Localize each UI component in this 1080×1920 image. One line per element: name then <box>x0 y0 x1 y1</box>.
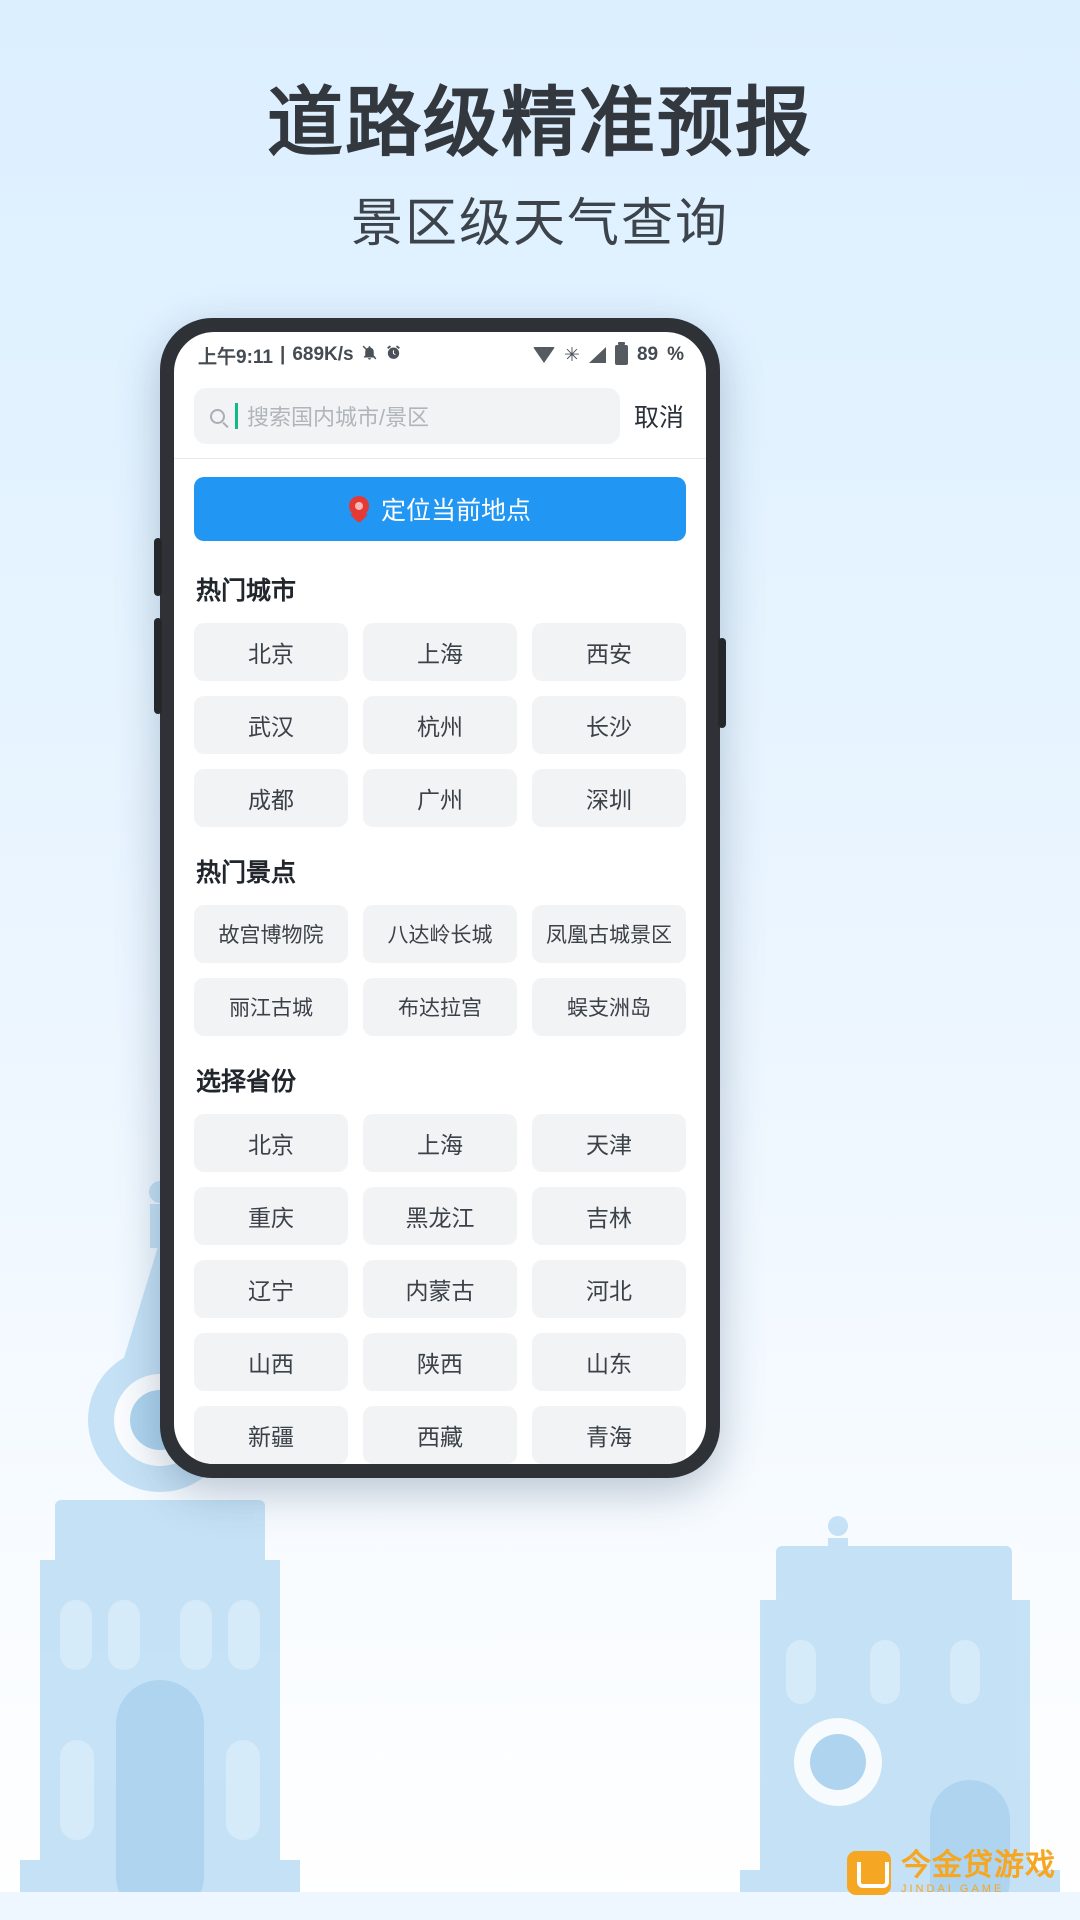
city-chip[interactable]: 深圳 <box>532 769 686 827</box>
section-title: 热门城市 <box>196 577 297 605</box>
attraction-chip[interactable]: 八达岭长城 <box>363 905 517 963</box>
province-chip[interactable]: 黑龙江 <box>363 1187 517 1245</box>
chip-grid: 故宫博物院 八达岭长城 凤凰古城景区 丽江古城 布达拉宫 蜈支洲岛 <box>194 905 686 1036</box>
province-chip[interactable]: 内蒙古 <box>363 1260 517 1318</box>
cancel-button[interactable]: 取消 <box>634 398 688 434</box>
phone-screen: 上午9:11 | 689K/s ✳ 89 % 搜索国内城市/景区 取消 定位当前… <box>174 332 706 1464</box>
section-title: 选择省份 <box>196 1068 297 1096</box>
search-bar: 搜索国内城市/景区 取消 <box>174 378 706 458</box>
attraction-chip[interactable]: 蜈支洲岛 <box>532 978 686 1036</box>
locate-current-location-button[interactable]: 定位当前地点 <box>194 477 686 541</box>
bluetooth-icon: ✳ <box>564 344 580 366</box>
province-chip[interactable]: 北京 <box>194 1114 348 1172</box>
phone-frame: 上午9:11 | 689K/s ✳ 89 % 搜索国内城市/景区 取消 定位当前… <box>154 318 726 1478</box>
signal-icon <box>588 347 606 363</box>
status-network-speed: 689K/s <box>292 344 354 365</box>
power-button[interactable] <box>154 538 162 596</box>
status-bar: 上午9:11 | 689K/s ✳ 89 % <box>174 332 706 378</box>
selector-content: 热门城市 北京 上海 西安 武汉 杭州 长沙 成都 广州 深圳 热门景点 故宫博… <box>174 571 706 1464</box>
province-chip[interactable]: 新疆 <box>194 1406 348 1464</box>
province-chip[interactable]: 上海 <box>363 1114 517 1172</box>
province-chip[interactable]: 吉林 <box>532 1187 686 1245</box>
watermark-brand: 今金贷游戏 <box>901 1848 1056 1882</box>
city-chip[interactable]: 北京 <box>194 623 348 681</box>
province-chip[interactable]: 西藏 <box>363 1406 517 1464</box>
alarm-clock-icon <box>385 344 402 367</box>
promo-subheadline: 景区级天气查询 <box>350 195 729 253</box>
city-chip[interactable]: 西安 <box>532 623 686 681</box>
locate-button-label: 定位当前地点 <box>380 497 531 525</box>
search-placeholder: 搜索国内城市/景区 <box>247 405 430 430</box>
city-chip[interactable]: 上海 <box>363 623 517 681</box>
watermark: 今金贷游戏 JINDAI GAME <box>847 1850 1056 1896</box>
promo-headline: 道路级精准预报 <box>267 81 813 166</box>
status-time: 上午9:11 <box>198 346 273 368</box>
city-chip[interactable]: 广州 <box>363 769 517 827</box>
section-hot-cities: 热门城市 北京 上海 西安 武汉 杭州 长沙 成都 广州 深圳 <box>194 571 686 827</box>
volume-button[interactable] <box>154 618 162 714</box>
province-chip[interactable]: 山东 <box>532 1333 686 1391</box>
wifi-icon <box>533 347 556 363</box>
map-pin-icon <box>348 496 369 524</box>
bell-muted-icon <box>361 344 378 367</box>
status-separator: | <box>279 344 286 365</box>
city-chip[interactable]: 杭州 <box>363 696 517 754</box>
province-chip[interactable]: 辽宁 <box>194 1260 348 1318</box>
side-key-right[interactable] <box>718 638 726 728</box>
province-chip[interactable]: 青海 <box>532 1406 686 1464</box>
attraction-chip[interactable]: 丽江古城 <box>194 978 348 1036</box>
city-chip[interactable]: 长沙 <box>532 696 686 754</box>
province-chip[interactable]: 天津 <box>532 1114 686 1172</box>
city-chip[interactable]: 成都 <box>194 769 348 827</box>
watermark-brand-latin: JINDAI GAME <box>901 1883 1005 1896</box>
battery-unit: % <box>667 344 684 365</box>
province-chip[interactable]: 河北 <box>532 1260 686 1318</box>
section-provinces: 选择省份 北京 上海 天津 重庆 黑龙江 吉林 辽宁 内蒙古 河北 山西 陕西 … <box>194 1062 686 1464</box>
attraction-chip[interactable]: 布达拉宫 <box>363 978 517 1036</box>
search-icon <box>210 408 225 424</box>
section-title: 热门景点 <box>196 859 297 887</box>
section-hot-attractions: 热门景点 故宫博物院 八达岭长城 凤凰古城景区 丽江古城 布达拉宫 蜈支洲岛 <box>194 853 686 1036</box>
text-caret <box>235 403 238 429</box>
search-input[interactable]: 搜索国内城市/景区 <box>194 388 620 444</box>
brand-logo-icon <box>847 1850 891 1895</box>
battery-icon <box>614 342 628 365</box>
chip-grid: 北京 上海 西安 武汉 杭州 长沙 成都 广州 深圳 <box>194 623 686 827</box>
city-chip[interactable]: 武汉 <box>194 696 348 754</box>
attraction-chip[interactable]: 故宫博物院 <box>194 905 348 963</box>
province-chip[interactable]: 山西 <box>194 1333 348 1391</box>
province-chip[interactable]: 陕西 <box>363 1333 517 1391</box>
chip-grid: 北京 上海 天津 重庆 黑龙江 吉林 辽宁 内蒙古 河北 山西 陕西 山东 新疆… <box>194 1114 686 1464</box>
province-chip[interactable]: 重庆 <box>194 1187 348 1245</box>
attraction-chip[interactable]: 凤凰古城景区 <box>532 905 686 963</box>
battery-level: 89 <box>636 344 659 365</box>
